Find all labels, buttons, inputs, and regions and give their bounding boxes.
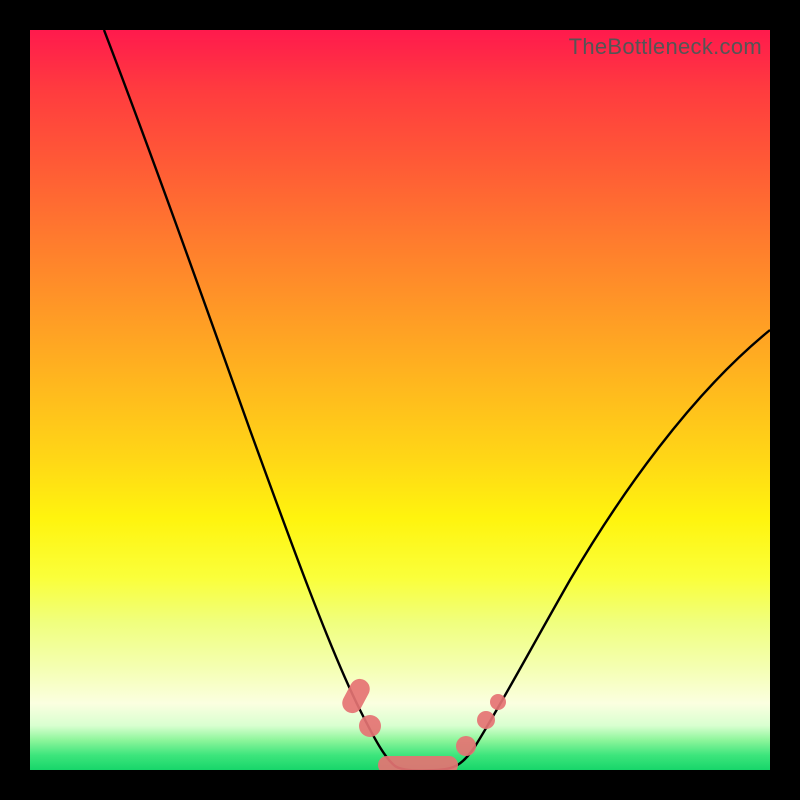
marker-right-dot-2 xyxy=(477,711,495,729)
marker-left-cluster-1 xyxy=(339,675,374,716)
chart-frame: TheBottleneck.com xyxy=(0,0,800,800)
plot-area: TheBottleneck.com xyxy=(30,30,770,770)
marker-right-dot-3 xyxy=(490,694,506,710)
bottleneck-curve xyxy=(104,30,770,770)
marker-right-dot-1 xyxy=(456,736,476,756)
marker-trough xyxy=(378,756,458,770)
marker-left-cluster-2 xyxy=(359,715,381,737)
marker-group xyxy=(339,675,506,770)
curve-svg xyxy=(30,30,770,770)
